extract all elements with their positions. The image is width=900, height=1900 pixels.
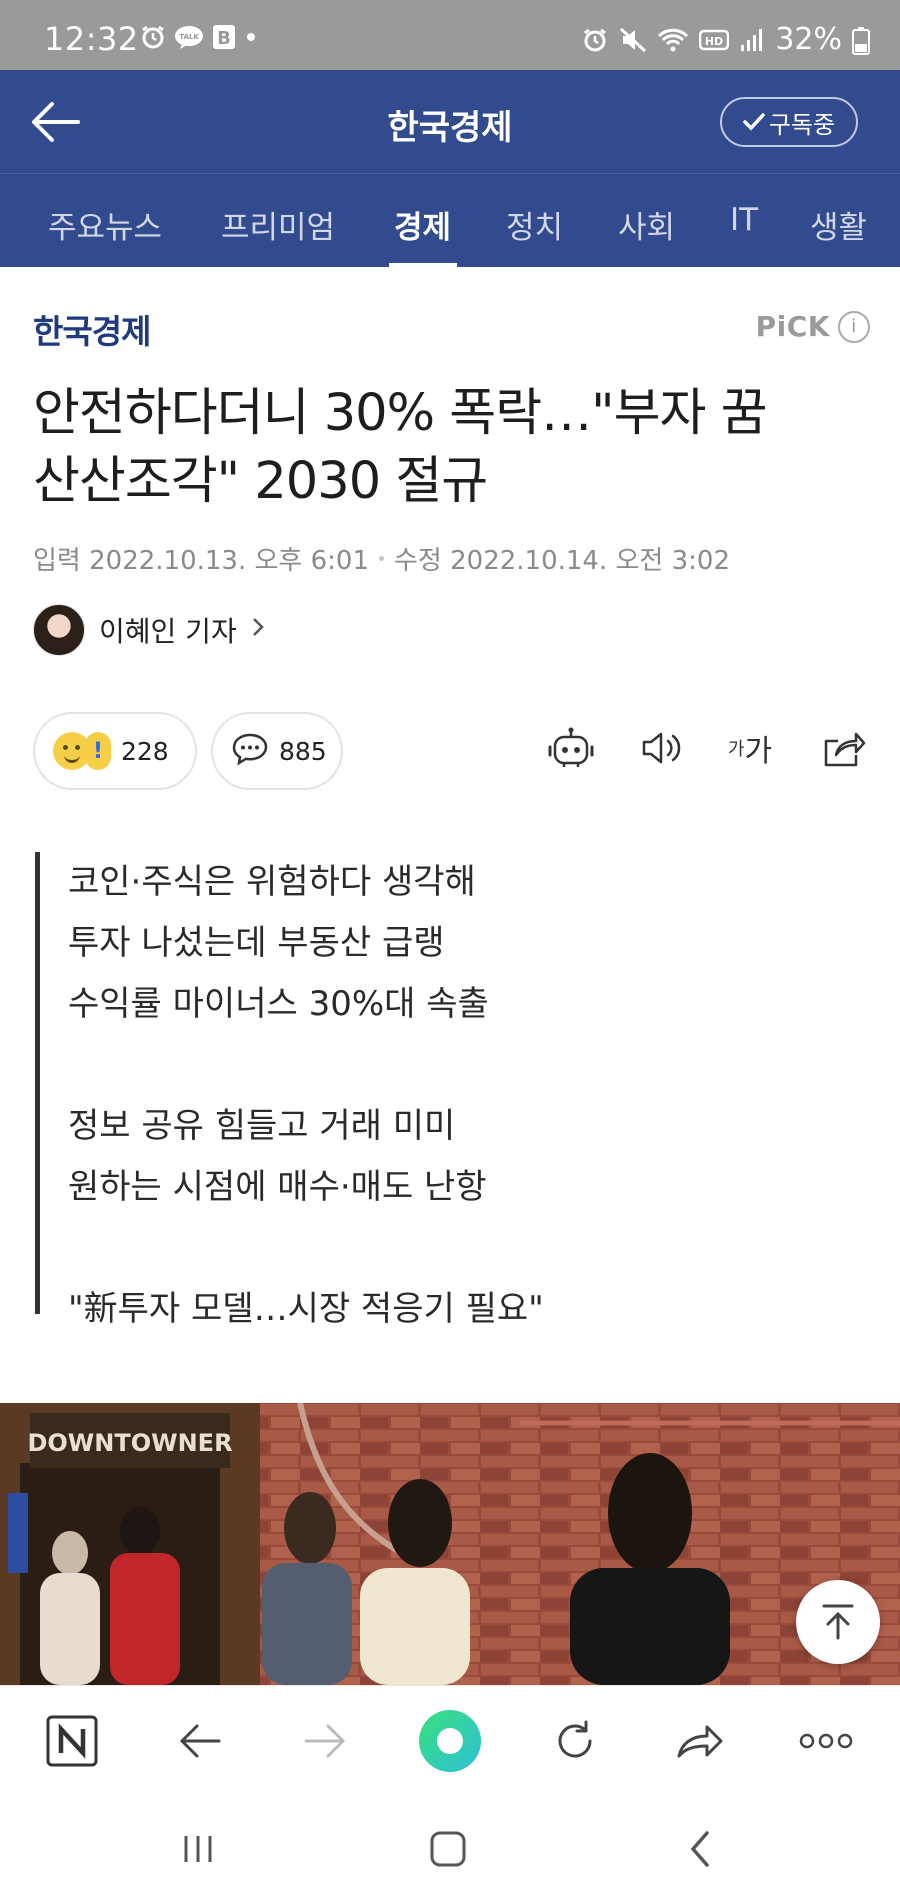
green-dot-icon bbox=[419, 1710, 481, 1772]
reaction-button[interactable]: ! 228 bbox=[33, 712, 197, 790]
browser-toolbar bbox=[0, 1685, 900, 1795]
scroll-to-top-button[interactable] bbox=[796, 1580, 880, 1664]
svg-text:B: B bbox=[217, 28, 231, 49]
article-summary: 코인·주식은 위험하다 생각해 투자 나섰는데 부동산 급랭 수익률 마이너스 … bbox=[35, 852, 595, 1329]
chevron-right-icon bbox=[251, 615, 265, 645]
mute-icon bbox=[619, 27, 647, 53]
share-icon[interactable] bbox=[815, 720, 871, 776]
info-icon: i bbox=[838, 310, 870, 343]
svg-text:HD: HD bbox=[705, 35, 723, 48]
reporter-avatar bbox=[33, 604, 85, 656]
system-back-button[interactable] bbox=[670, 1825, 730, 1873]
dot-icon bbox=[244, 24, 258, 50]
check-icon bbox=[743, 113, 765, 131]
comment-button[interactable]: 885 bbox=[211, 712, 343, 790]
tab-life[interactable]: 생활 bbox=[810, 202, 867, 247]
talk-icon: TALK bbox=[174, 24, 204, 50]
category-tabs: 주요뉴스 프리미엄 경제 정치 사회 IT 생활 bbox=[0, 173, 900, 268]
photo-sign-text: DOWNTOWNER bbox=[27, 1429, 232, 1457]
comment-bubble-icon bbox=[231, 732, 269, 770]
pick-badge[interactable]: PiCK i bbox=[756, 310, 870, 343]
article-headline: 안전하다더니 30% 폭락…"부자 꿈 산산조각" 2030 절규 bbox=[33, 380, 873, 516]
summary-spacer bbox=[68, 1035, 595, 1096]
svg-text:TALK: TALK bbox=[179, 33, 199, 41]
summary-line: "新투자 모델…시장 적응기 필요" bbox=[68, 1289, 544, 1329]
b-app-icon: B bbox=[212, 24, 236, 50]
font-size-small-glyph: 가 bbox=[727, 739, 745, 760]
active-tab-indicator bbox=[389, 263, 457, 268]
arrow-up-icon bbox=[822, 1604, 854, 1640]
green-dot-button[interactable] bbox=[417, 1708, 483, 1774]
chevron-left-icon bbox=[690, 1831, 709, 1867]
recent-apps-button[interactable] bbox=[168, 1825, 228, 1873]
arrow-right-icon bbox=[304, 1724, 346, 1758]
alarm-icon bbox=[581, 27, 609, 53]
alarm-icon bbox=[140, 24, 166, 50]
article-photo[interactable]: DOWNTOWNER bbox=[0, 1403, 900, 1685]
signal-icon bbox=[739, 27, 765, 53]
font-size-large-glyph: 가 bbox=[744, 734, 773, 769]
tab-economy[interactable]: 경제 bbox=[394, 202, 451, 247]
tab-main-news[interactable]: 주요뉴스 bbox=[48, 202, 162, 247]
font-size-button[interactable]: 가가 bbox=[722, 720, 778, 776]
smile-emoji-icon bbox=[53, 732, 91, 770]
home-square-icon bbox=[430, 1831, 466, 1867]
naver-n-icon bbox=[46, 1715, 98, 1767]
summary-line: 정보 공유 힘들고 거래 미미 bbox=[68, 1106, 456, 1146]
naver-home-button[interactable] bbox=[42, 1711, 102, 1771]
tab-society[interactable]: 사회 bbox=[618, 202, 675, 247]
modified-date: 수정 2022.10.14. 오전 3:02 bbox=[394, 546, 730, 576]
refresh-icon bbox=[558, 1720, 592, 1758]
home-button[interactable] bbox=[418, 1825, 478, 1873]
tab-it[interactable]: IT bbox=[730, 202, 758, 238]
reaction-count: 228 bbox=[121, 736, 169, 766]
status-time: 12:32 bbox=[44, 20, 139, 58]
summary-line: 원하는 시점에 매수·매도 난항 bbox=[68, 1167, 487, 1207]
reporter-name: 이혜인 기자 bbox=[99, 615, 237, 648]
status-bar: 12:32 TALK B HD 32% bbox=[0, 0, 900, 70]
app-header: 한국경제 구독중 bbox=[0, 70, 900, 173]
published-date: 입력 2022.10.13. 오후 6:01 bbox=[33, 546, 369, 576]
tab-politics[interactable]: 정치 bbox=[506, 202, 563, 247]
separator-dot bbox=[379, 556, 384, 561]
battery-icon bbox=[852, 26, 870, 55]
reporter-link[interactable]: 이혜인 기자 bbox=[33, 604, 265, 656]
hd-icon: HD bbox=[699, 27, 730, 53]
headline-line: 안전하다더니 30% 폭락…"부자 꿈 bbox=[33, 384, 768, 443]
refresh-button[interactable] bbox=[545, 1711, 605, 1771]
press-logo[interactable]: 한국경제 bbox=[33, 305, 151, 353]
speaker-icon[interactable] bbox=[633, 720, 689, 776]
wifi-icon bbox=[657, 27, 689, 53]
share-arrow-icon bbox=[677, 1725, 723, 1758]
subscribe-button[interactable]: 구독중 bbox=[720, 97, 858, 147]
share-forward-button[interactable] bbox=[670, 1711, 730, 1771]
headline-line: 산산조각" 2030 절규 bbox=[33, 452, 488, 511]
article-dateline: 입력 2022.10.13. 오후 6:01 수정 2022.10.14. 오전… bbox=[33, 540, 730, 577]
system-nav-bar bbox=[0, 1795, 900, 1900]
summary-line: 수익률 마이너스 30%대 속출 bbox=[68, 984, 489, 1024]
browser-back-button[interactable] bbox=[170, 1711, 230, 1771]
subscribe-label: 구독중 bbox=[768, 110, 836, 139]
arrow-left-icon bbox=[179, 1724, 221, 1758]
browser-forward-button[interactable] bbox=[295, 1711, 355, 1771]
tab-premium[interactable]: 프리미엄 bbox=[221, 202, 335, 247]
comment-count: 885 bbox=[279, 736, 327, 766]
summary-spacer bbox=[68, 1218, 595, 1279]
more-options-button[interactable] bbox=[796, 1711, 856, 1771]
summary-line: 코인·주식은 위험하다 생각해 bbox=[68, 862, 476, 902]
summary-bot-icon[interactable] bbox=[543, 720, 599, 776]
battery-percent: 32% bbox=[775, 22, 842, 57]
pick-label: PiCK bbox=[755, 310, 830, 343]
recent-apps-icon bbox=[184, 1836, 212, 1862]
more-dots-icon bbox=[799, 1733, 853, 1749]
summary-line: 투자 나섰는데 부동산 급랭 bbox=[68, 923, 445, 963]
